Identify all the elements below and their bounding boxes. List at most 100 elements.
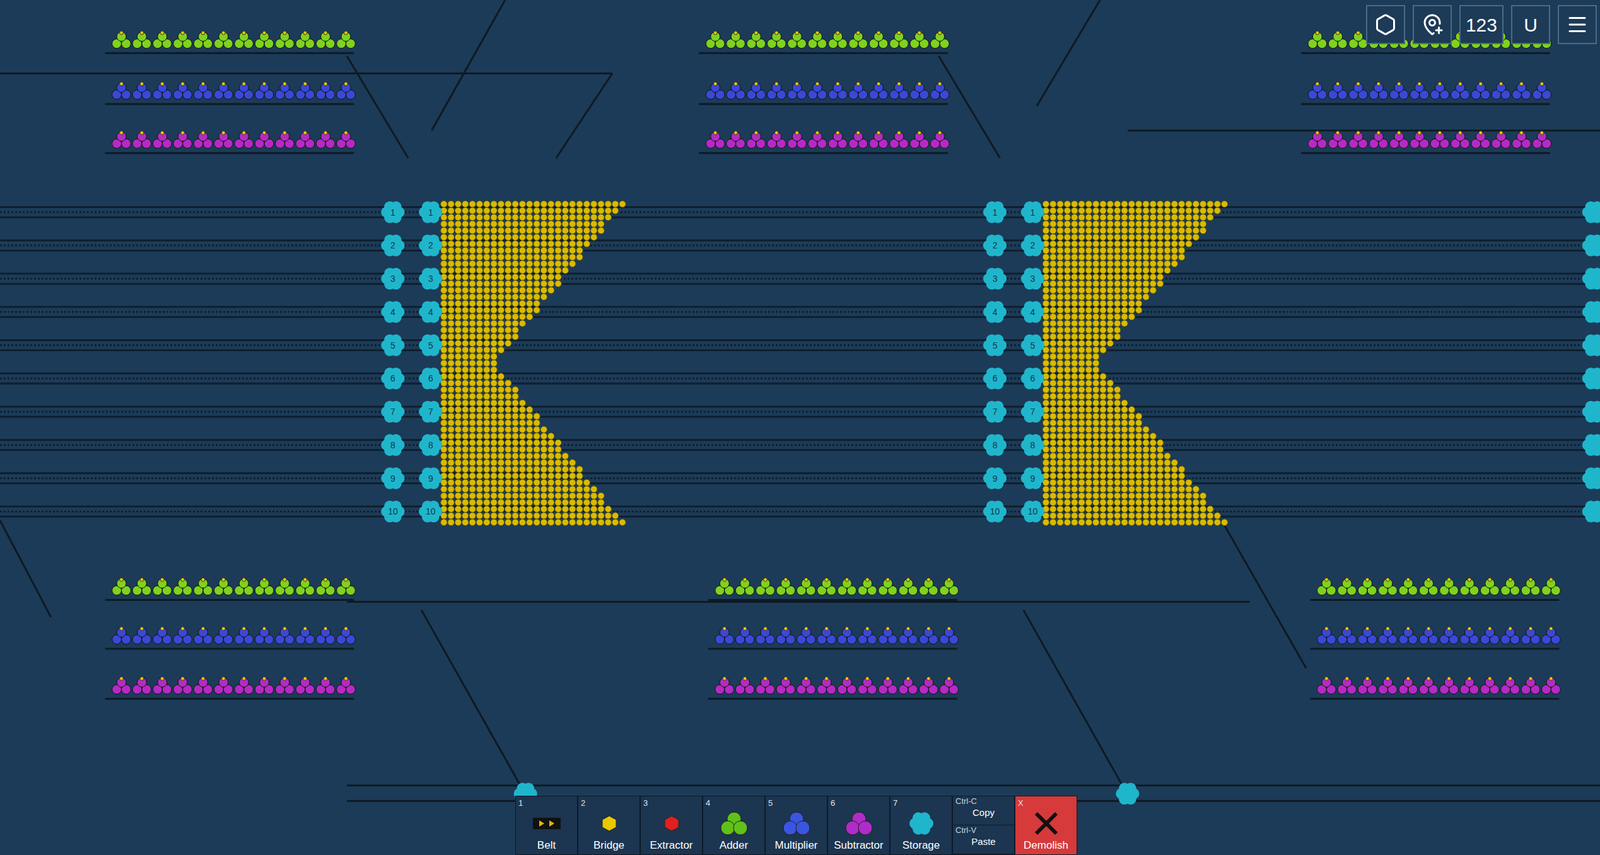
toolbar-button[interactable]: Ctrl-CCopy bbox=[952, 796, 1015, 826]
storage[interactable]: 2 bbox=[418, 234, 443, 257]
machine[interactable] bbox=[132, 81, 152, 100]
factory-canvas[interactable]: 1234567891012345678910123456789101234567… bbox=[0, 0, 1600, 855]
machine[interactable] bbox=[336, 676, 356, 694]
machine[interactable] bbox=[857, 626, 877, 644]
hexagon-button[interactable] bbox=[1366, 5, 1406, 45]
machine[interactable] bbox=[715, 626, 735, 644]
machine[interactable] bbox=[889, 81, 909, 100]
belt[interactable] bbox=[346, 56, 409, 159]
machine[interactable] bbox=[837, 577, 857, 595]
machine[interactable] bbox=[1500, 626, 1520, 644]
machine[interactable] bbox=[787, 30, 807, 48]
machine[interactable] bbox=[275, 577, 295, 595]
machine[interactable] bbox=[918, 577, 938, 595]
machine[interactable] bbox=[746, 81, 766, 100]
machine[interactable] bbox=[1532, 131, 1552, 149]
belt-lane[interactable] bbox=[0, 206, 1600, 217]
storage[interactable]: 8 bbox=[1021, 433, 1045, 456]
machine[interactable] bbox=[336, 626, 356, 644]
belt[interactable] bbox=[708, 648, 958, 651]
machine[interactable] bbox=[1337, 676, 1357, 694]
machine[interactable] bbox=[1328, 131, 1348, 149]
machine[interactable] bbox=[1541, 676, 1561, 694]
machine[interactable] bbox=[746, 30, 766, 48]
machine[interactable] bbox=[735, 676, 755, 694]
storage[interactable]: 5 bbox=[380, 334, 405, 357]
machine[interactable] bbox=[1450, 131, 1470, 149]
belt[interactable] bbox=[1301, 103, 1551, 106]
machine[interactable] bbox=[315, 577, 335, 595]
machine[interactable] bbox=[1369, 131, 1389, 149]
machine[interactable] bbox=[1378, 626, 1398, 644]
machine[interactable] bbox=[918, 626, 938, 644]
machine[interactable] bbox=[1491, 131, 1511, 149]
machine[interactable] bbox=[1491, 81, 1511, 100]
machine[interactable] bbox=[1328, 81, 1348, 100]
machine[interactable] bbox=[726, 30, 746, 48]
machine[interactable] bbox=[193, 81, 213, 100]
machine[interactable] bbox=[234, 676, 254, 694]
machine[interactable] bbox=[173, 131, 193, 149]
belt-lane[interactable] bbox=[0, 472, 1600, 484]
storage[interactable]: 10 bbox=[418, 500, 443, 523]
belt[interactable] bbox=[1036, 0, 1100, 106]
machine[interactable] bbox=[234, 81, 254, 100]
machine[interactable] bbox=[1532, 81, 1552, 100]
machine[interactable] bbox=[726, 131, 746, 149]
storage[interactable] bbox=[1582, 467, 1600, 490]
machine[interactable] bbox=[796, 626, 816, 644]
machine[interactable] bbox=[910, 131, 929, 149]
belt-lane[interactable] bbox=[0, 506, 1600, 517]
machine[interactable] bbox=[173, 577, 193, 595]
machine[interactable] bbox=[254, 626, 274, 644]
storage[interactable] bbox=[1582, 234, 1600, 257]
machine[interactable] bbox=[796, 577, 816, 595]
storage[interactable]: 4 bbox=[1021, 300, 1045, 323]
machine[interactable] bbox=[275, 131, 295, 149]
machine[interactable] bbox=[1541, 626, 1561, 644]
toolbar-button[interactable]: Ctrl-VPaste bbox=[952, 825, 1015, 855]
machine[interactable] bbox=[1348, 131, 1368, 149]
storage[interactable] bbox=[1582, 367, 1600, 390]
belt[interactable] bbox=[346, 784, 1600, 787]
machine[interactable] bbox=[837, 676, 857, 694]
machine[interactable] bbox=[898, 577, 918, 595]
machine[interactable] bbox=[857, 676, 877, 694]
machine[interactable] bbox=[796, 676, 816, 694]
storage[interactable] bbox=[1582, 433, 1600, 456]
machine[interactable] bbox=[234, 30, 254, 48]
machine[interactable] bbox=[807, 81, 827, 100]
storage[interactable]: 9 bbox=[380, 467, 405, 490]
machine[interactable] bbox=[193, 676, 213, 694]
storage[interactable]: 6 bbox=[418, 367, 443, 390]
machine[interactable] bbox=[726, 81, 746, 100]
machine[interactable] bbox=[112, 131, 132, 149]
belt[interactable] bbox=[105, 648, 355, 651]
machine[interactable] bbox=[275, 30, 295, 48]
machine[interactable] bbox=[1459, 676, 1479, 694]
machine[interactable] bbox=[1471, 131, 1491, 149]
machine[interactable] bbox=[1418, 676, 1438, 694]
machine[interactable] bbox=[1308, 81, 1327, 100]
machine[interactable] bbox=[275, 81, 295, 100]
machine[interactable] bbox=[766, 131, 786, 149]
machine[interactable] bbox=[787, 81, 807, 100]
machine[interactable] bbox=[152, 676, 172, 694]
belt[interactable] bbox=[1310, 648, 1560, 651]
numbers-button[interactable]: 123 bbox=[1459, 5, 1504, 45]
toolbar-button[interactable]: 6Subtractor bbox=[827, 795, 890, 855]
toolbar-button[interactable]: 3Extractor bbox=[640, 795, 703, 855]
machine[interactable] bbox=[1512, 81, 1532, 100]
belt[interactable] bbox=[698, 151, 948, 154]
machine[interactable] bbox=[213, 81, 233, 100]
storage[interactable]: 7 bbox=[380, 401, 405, 424]
machine[interactable] bbox=[254, 577, 274, 595]
machine[interactable] bbox=[152, 81, 172, 100]
machine[interactable] bbox=[1459, 577, 1479, 595]
machine[interactable] bbox=[193, 30, 213, 48]
machine[interactable] bbox=[112, 577, 132, 595]
machine[interactable] bbox=[193, 577, 213, 595]
machine[interactable] bbox=[1337, 626, 1357, 644]
belt[interactable] bbox=[1224, 525, 1307, 669]
machine[interactable] bbox=[1430, 131, 1450, 149]
